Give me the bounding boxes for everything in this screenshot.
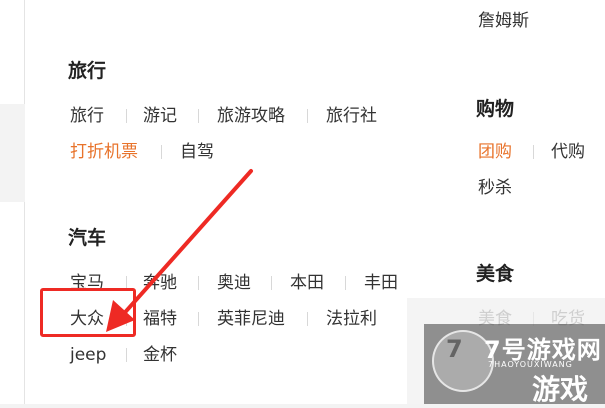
travel-item[interactable]: 旅行 — [70, 105, 104, 127]
travel-item[interactable]: 游记 — [143, 105, 177, 127]
top-cut-item[interactable]: 詹姆斯 — [478, 10, 529, 32]
section-title-car: 汽车 — [68, 227, 107, 249]
separator — [198, 276, 199, 290]
section-title-shopping: 购物 — [476, 98, 515, 120]
travel-item[interactable]: 旅游攻略 — [217, 105, 285, 127]
left-strip — [0, 0, 25, 404]
separator — [161, 145, 162, 159]
separator — [533, 145, 534, 159]
car-item[interactable]: 法拉利 — [326, 308, 377, 330]
separator — [271, 276, 272, 290]
travel-item[interactable]: 旅行社 — [326, 105, 377, 127]
separator — [307, 312, 308, 326]
left-tab-upper[interactable] — [0, 0, 25, 104]
car-item[interactable]: 英菲尼迪 — [217, 308, 285, 330]
separator — [345, 276, 346, 290]
watermark-games: 游戏 — [532, 373, 589, 406]
car-item[interactable]: 金杯 — [143, 344, 177, 366]
car-item[interactable]: 福特 — [143, 308, 177, 330]
section-title-travel: 旅行 — [68, 60, 107, 82]
car-item[interactable]: 丰田 — [364, 272, 398, 294]
car-item[interactable]: jeep — [70, 344, 106, 366]
separator — [307, 109, 308, 123]
travel-item[interactable]: 自驾 — [180, 141, 214, 163]
left-tab-lower[interactable] — [0, 202, 25, 404]
travel-item-discount-tickets[interactable]: 打折机票 — [70, 141, 138, 163]
separator — [126, 109, 127, 123]
car-item[interactable]: 奥迪 — [217, 272, 251, 294]
shopping-item[interactable]: 秒杀 — [478, 177, 512, 199]
car-item[interactable]: 奔驰 — [143, 272, 177, 294]
shopping-item[interactable]: 代购 — [551, 141, 585, 163]
section-title-food: 美食 — [476, 263, 515, 285]
separator — [126, 348, 127, 362]
shopping-item-group-buy[interactable]: 团购 — [478, 141, 512, 163]
car-item[interactable]: 本田 — [290, 272, 324, 294]
watermark: 7号游戏网 7HAOYOUXIWANG 游戏 — [424, 324, 605, 406]
separator — [198, 312, 199, 326]
annotation-highlight-box — [40, 288, 136, 337]
separator — [198, 109, 199, 123]
